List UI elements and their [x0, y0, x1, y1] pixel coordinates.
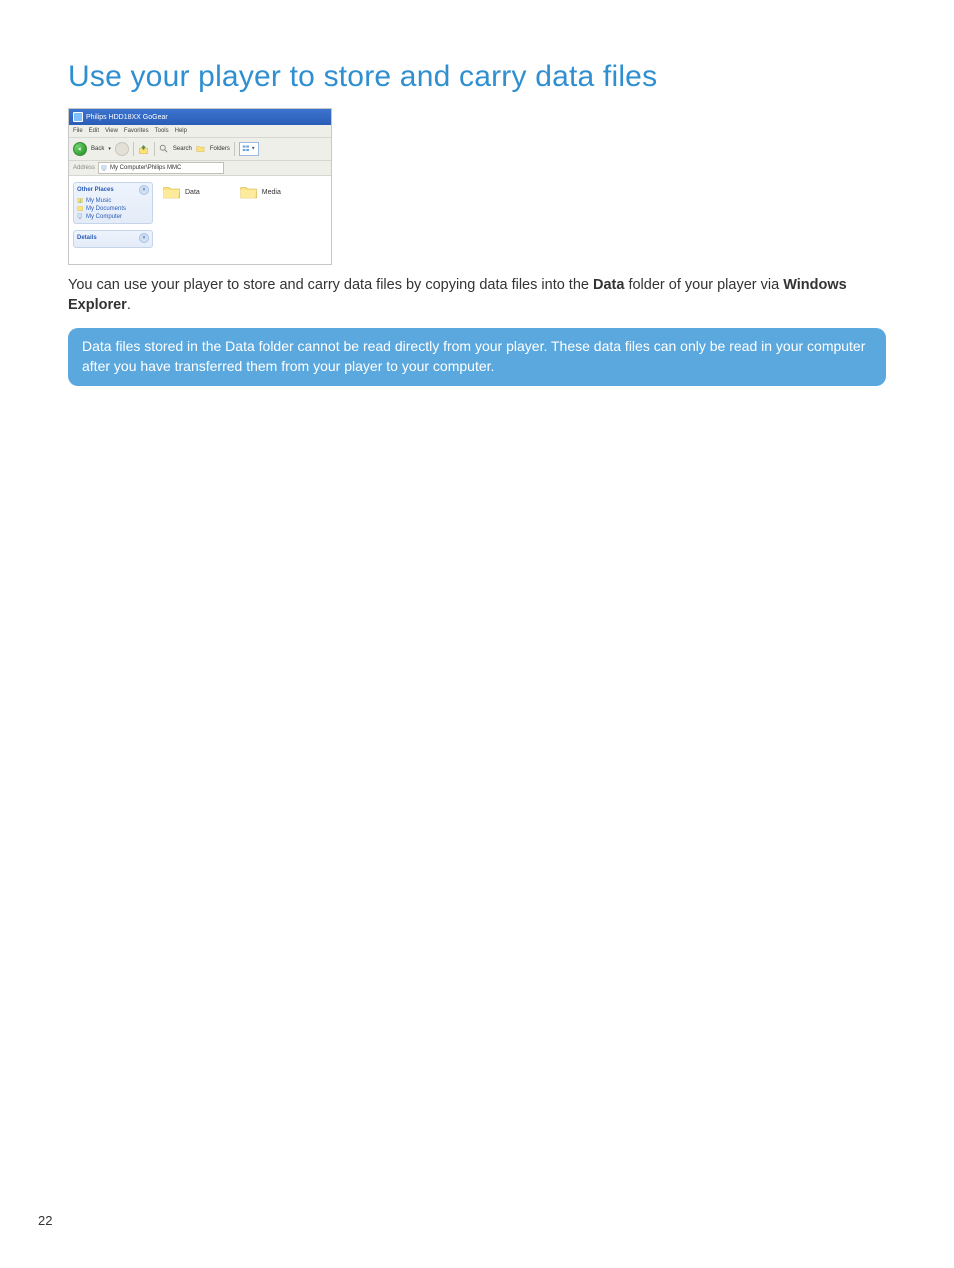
body-paragraph: You can use your player to store and car… [68, 275, 886, 316]
link-my-computer[interactable]: My Computer [77, 213, 149, 220]
toolbar: Back ▾ Search Folders [69, 138, 331, 161]
collapse-icon[interactable]: ˄ [139, 185, 149, 195]
menu-bar: File Edit View Favorites Tools Help [69, 125, 331, 138]
toolbar-separator [133, 142, 134, 156]
folders-icon[interactable] [196, 144, 206, 154]
folder-icon [240, 184, 258, 200]
explorer-sidebar: Other Places ˄ My Music My Documents My … [69, 176, 157, 264]
menu-tools[interactable]: Tools [155, 128, 169, 134]
address-bar: Address My Computer\Philips MMC [69, 161, 331, 176]
search-icon[interactable] [159, 144, 169, 154]
other-places-panel: Other Places ˄ My Music My Documents My … [73, 182, 153, 224]
page-number: 22 [38, 1213, 52, 1228]
page-heading: Use your player to store and carry data … [68, 60, 886, 94]
app-icon [73, 112, 83, 122]
folder-data-label: Data [185, 189, 200, 196]
link-my-documents[interactable]: My Documents [77, 205, 149, 212]
folder-media-label: Media [262, 189, 281, 196]
menu-favorites[interactable]: Favorites [124, 128, 149, 134]
window-title: Philips HDD18XX GoGear [86, 114, 168, 121]
address-value: My Computer\Philips MMC [110, 165, 181, 171]
details-title: Details [77, 235, 97, 241]
folder-data[interactable]: Data [163, 184, 200, 200]
folder-icon [163, 184, 181, 200]
back-button[interactable] [73, 142, 87, 156]
menu-help[interactable]: Help [175, 128, 187, 134]
explorer-content: Data Media [157, 176, 331, 264]
menu-view[interactable]: View [105, 128, 118, 134]
link-my-music[interactable]: My Music [77, 197, 149, 204]
toolbar-separator-3 [234, 142, 235, 156]
folder-media[interactable]: Media [240, 184, 281, 200]
views-button[interactable] [239, 142, 259, 156]
up-button[interactable] [138, 143, 150, 155]
note-text: Data files stored in the Data folder can… [82, 338, 865, 374]
window-titlebar: Philips HDD18XX GoGear [69, 109, 331, 125]
expand-icon[interactable]: ˅ [139, 233, 149, 243]
computer-icon [101, 165, 108, 172]
address-input[interactable]: My Computer\Philips MMC [98, 162, 224, 174]
folders-label: Folders [210, 146, 230, 152]
explorer-screenshot: Philips HDD18XX GoGear File Edit View Fa… [68, 108, 332, 265]
address-label: Address [73, 165, 95, 171]
details-panel: Details ˅ [73, 230, 153, 248]
search-label: Search [173, 146, 192, 152]
other-places-title: Other Places [77, 187, 114, 193]
back-label: Back [91, 146, 104, 152]
forward-button[interactable] [115, 142, 129, 156]
menu-file[interactable]: File [73, 128, 83, 134]
toolbar-separator-2 [154, 142, 155, 156]
note-box: Data files stored in the Data folder can… [68, 328, 886, 387]
menu-edit[interactable]: Edit [89, 128, 99, 134]
back-dropdown[interactable]: ▾ [108, 146, 111, 152]
